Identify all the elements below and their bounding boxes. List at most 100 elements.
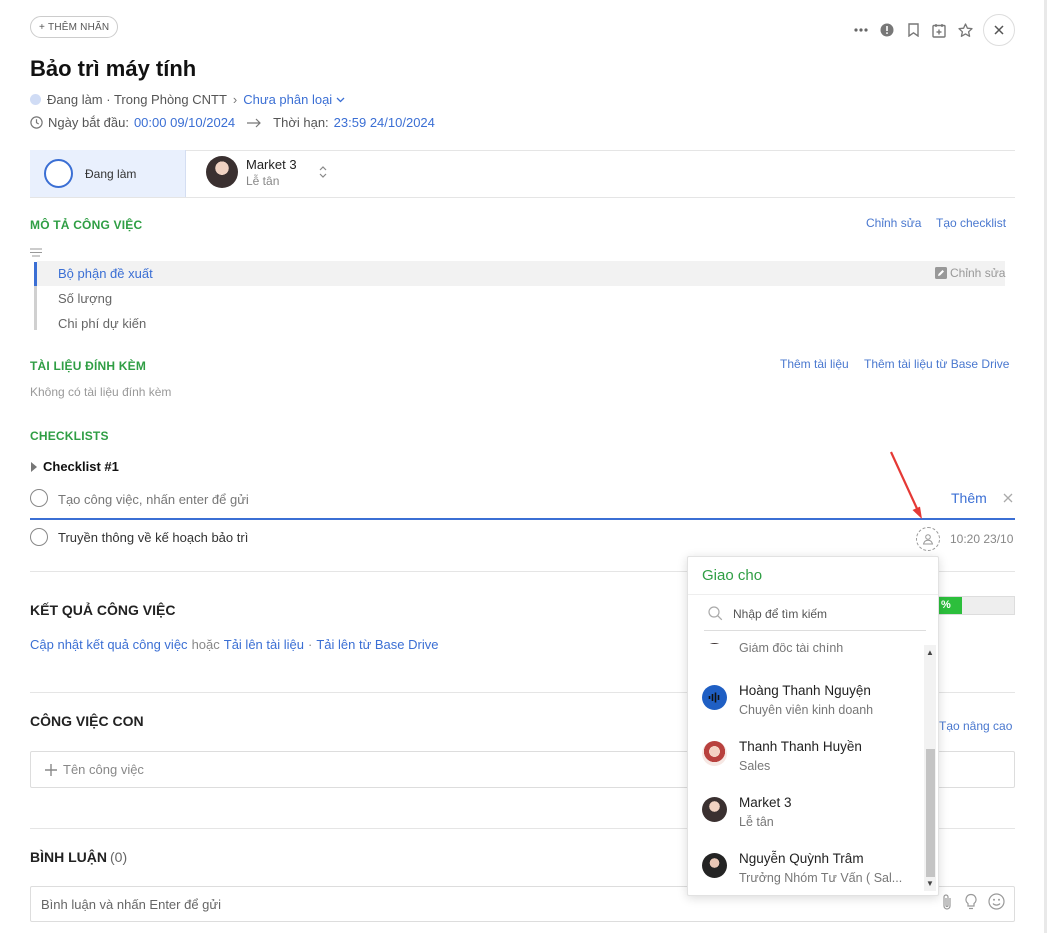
search-icon [708, 606, 723, 621]
plus-icon [45, 763, 57, 776]
item-edit-button[interactable]: Chỉnh sửa [935, 266, 1005, 280]
avatar [206, 156, 238, 188]
comment-placeholder: Bình luận và nhấn Enter để gửi [41, 896, 221, 912]
due-label: Thời hạn: [273, 115, 329, 130]
checklist-item-checkbox[interactable] [30, 528, 48, 546]
scroll-down-icon[interactable]: ▼ [925, 879, 935, 888]
input-underline [30, 518, 1015, 520]
comment-toolbar [940, 893, 1005, 911]
separator: · [307, 637, 313, 652]
emoji-icon[interactable] [988, 893, 1005, 910]
assign-user-button[interactable] [916, 527, 940, 551]
description-item[interactable]: Số lượng [58, 291, 112, 306]
assign-dropdown-title: Giao cho [688, 557, 938, 595]
due-date[interactable]: 23:59 24/10/2024 [334, 115, 435, 130]
list-item[interactable]: Giám đốc tài chính [702, 643, 904, 655]
list-item[interactable]: Nguyễn Quỳnh Trâm Trưởng Nhóm Tư Vấn ( S… [702, 851, 904, 885]
plus-icon: + [39, 21, 46, 33]
description-row-highlight [37, 261, 1005, 286]
more-icon[interactable] [853, 22, 869, 38]
checklist-item-time: 10:20 23/10 [950, 532, 1014, 546]
or-text: hoặc [191, 637, 220, 652]
assignee-role: Lễ tân [246, 173, 280, 188]
top-toolbar [853, 14, 1015, 46]
checklist-header[interactable]: Checklist #1 [31, 459, 119, 474]
description-title: MÔ TẢ CÔNG VIỆC [30, 218, 143, 232]
bookmark-icon[interactable] [905, 22, 921, 38]
checklist-item-text[interactable]: Truyền thông về kế hoạch bảo trì [58, 530, 248, 545]
scrollbar-thumb[interactable] [926, 749, 935, 877]
sort-arrows-icon[interactable] [319, 165, 327, 179]
checklist-input[interactable]: Tạo công việc, nhấn enter để gửi [58, 492, 249, 507]
upload-drive-link[interactable]: Tải lên từ Base Drive [316, 637, 438, 652]
update-result-link[interactable]: Cập nhật kết quả công việc [30, 637, 188, 652]
list-item[interactable]: Thanh Thanh Huyền Sales [702, 739, 904, 773]
checkbox-icon [30, 489, 48, 507]
close-button[interactable] [983, 14, 1015, 46]
chevron-down-icon[interactable] [336, 97, 345, 103]
text-align-icon [30, 248, 42, 257]
date-line: Ngày bắt đầu: 00:00 09/10/2024 Thời hạn:… [30, 115, 435, 130]
progress-text: % [941, 599, 951, 611]
star-icon[interactable] [957, 22, 973, 38]
add-checklist-item-button[interactable]: Thêm [951, 490, 987, 506]
comments-count: (0) [110, 849, 128, 865]
comments-header: BÌNH LUẬN (0) [30, 849, 127, 865]
description-item[interactable]: Bộ phận đề xuất [58, 266, 153, 281]
lightbulb-icon[interactable] [964, 893, 978, 911]
subtask-placeholder: Tên công việc [63, 762, 144, 777]
annotation-arrow-icon [890, 451, 922, 519]
state-circle-icon[interactable] [44, 159, 73, 188]
assignee-selector[interactable]: Market 3 Lễ tân [206, 156, 327, 188]
category-dropdown[interactable]: Chưa phân loại [243, 92, 332, 107]
attachments-title: TÀI LIỆU ĐÍNH KÈM [30, 359, 147, 373]
upload-doc-link[interactable]: Tải lên tài liệu [224, 637, 304, 652]
person-name: Nguyễn Quỳnh Trâm [739, 851, 864, 866]
assign-search-placeholder: Nhập để tìm kiếm [733, 606, 828, 621]
start-date[interactable]: 00:00 09/10/2024 [134, 115, 235, 130]
add-tag-button[interactable]: + THÊM NHÃN [30, 16, 119, 38]
close-icon[interactable] [1003, 493, 1013, 503]
assign-search-input[interactable]: Nhập để tìm kiếm [704, 597, 926, 631]
assign-dropdown: Giao cho Nhập để tìm kiếm Giám đốc tài c… [687, 556, 939, 896]
calendar-add-icon[interactable] [931, 22, 947, 38]
comments-title: BÌNH LUẬN [30, 849, 107, 865]
close-icon [994, 25, 1004, 35]
list-item[interactable]: Hoàng Thanh Nguyện Chuyên viên kinh doan… [702, 683, 904, 717]
list-item[interactable]: Market 3 Lễ tân [702, 795, 904, 829]
attachment-icon[interactable] [940, 893, 954, 911]
arrow-right-icon [247, 118, 262, 127]
checklists-title: CHECKLISTS [30, 429, 109, 443]
clock-icon [30, 116, 43, 129]
status-dot [30, 94, 41, 105]
person-role: Trưởng Nhóm Tư Vấn ( Sal... [739, 871, 903, 885]
add-drive-attachment-link[interactable]: Thêm tài liệu từ Base Drive [864, 357, 1009, 371]
status-line: Đang làm · Trong Phòng CNTT › Chưa phân … [30, 92, 345, 107]
description-active-bar [34, 262, 37, 286]
results-title: KẾT QUẢ CÔNG VIỆC [30, 602, 176, 618]
scroll-up-icon[interactable]: ▲ [925, 648, 935, 657]
avatar [702, 853, 727, 878]
results-actions: Cập nhật kết quả công việc hoặc Tải lên … [30, 637, 438, 652]
alert-icon[interactable] [879, 22, 895, 38]
edit-description-link[interactable]: Chỉnh sửa [866, 216, 921, 230]
scrollbar[interactable]: ▲ ▼ [924, 645, 936, 891]
add-attachment-link[interactable]: Thêm tài liệu [780, 357, 849, 371]
add-tag-label: THÊM NHÃN [48, 21, 110, 33]
person-role: Sales [739, 759, 771, 773]
assign-people-list: Giám đốc tài chính Hoàng Thanh Nguyện Ch… [688, 643, 922, 895]
assignee-name: Market 3 [246, 156, 297, 172]
person-role: Giám đốc tài chính [739, 643, 844, 655]
attachments-empty-text: Không có tài liệu đính kèm [30, 385, 172, 399]
item-edit-label: Chỉnh sửa [950, 266, 1006, 280]
divider [30, 197, 1015, 198]
advanced-create-link[interactable]: Tạo nâng cao [939, 719, 1012, 733]
avatar [702, 685, 727, 710]
sound-wave-icon [708, 692, 720, 703]
user-icon [922, 534, 934, 545]
caret-right-icon [31, 461, 37, 472]
avatar [702, 643, 727, 644]
create-checklist-link[interactable]: Tạo checklist [936, 216, 1006, 230]
state-toggle[interactable]: Đang làm [30, 150, 186, 197]
description-item[interactable]: Chi phí dự kiến [58, 316, 146, 331]
